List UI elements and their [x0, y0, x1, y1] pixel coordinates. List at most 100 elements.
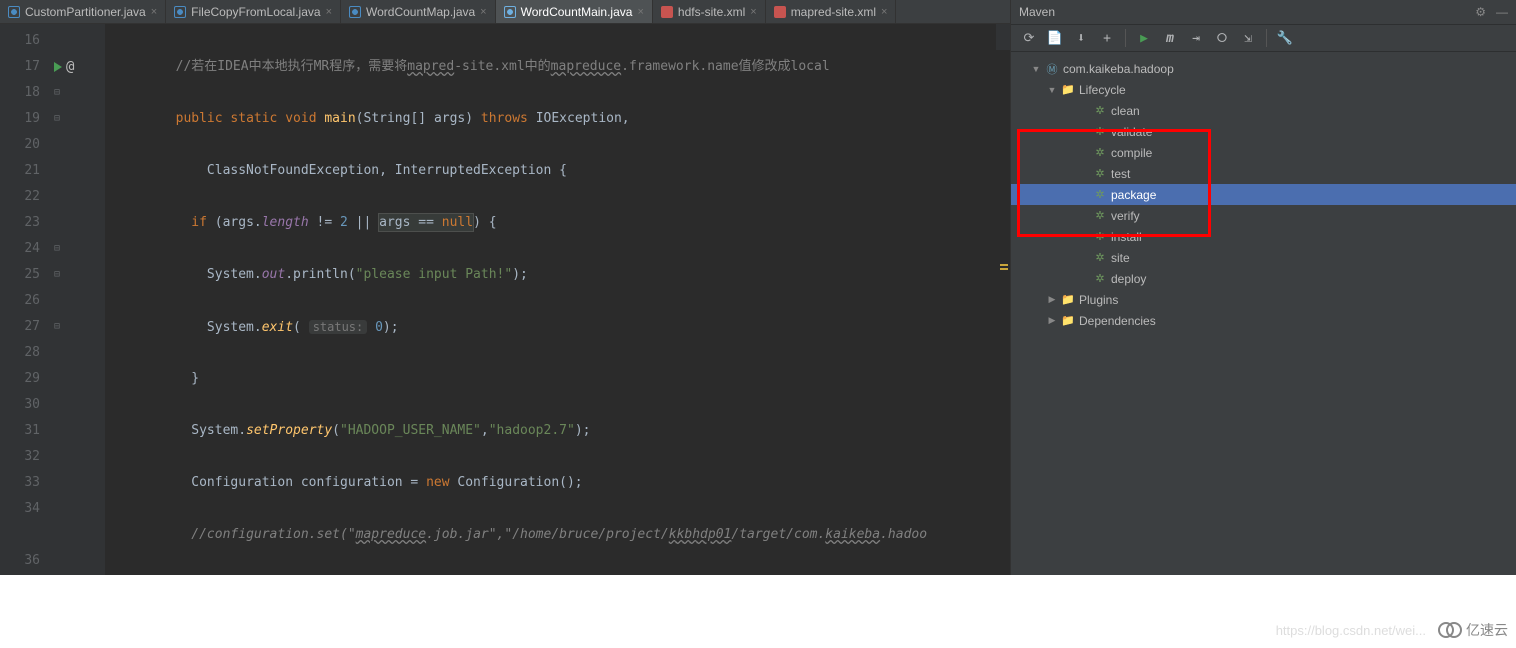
- java-file-icon: [8, 6, 20, 18]
- close-icon[interactable]: ×: [881, 6, 887, 18]
- maven-tree-item-com-kaikeba-hadoop[interactable]: ▼Ⓜcom.kaikeba.hadoop: [1011, 58, 1516, 79]
- close-icon[interactable]: ×: [151, 6, 157, 18]
- tree-item-label: clean: [1111, 104, 1140, 118]
- line-number: 26: [0, 288, 40, 314]
- gutter-icon-row: @: [50, 54, 105, 80]
- editor-tab[interactable]: mapred-site.xml ×: [766, 0, 897, 23]
- folder-icon: 📁: [1061, 293, 1075, 307]
- tree-item-label: package: [1111, 188, 1156, 202]
- tree-arrow-icon: ▼: [1047, 85, 1057, 95]
- line-number: 22: [0, 184, 40, 210]
- download-icon[interactable]: ⬇: [1073, 30, 1089, 46]
- maven-tree-item-dependencies[interactable]: ▶📁Dependencies: [1011, 310, 1516, 331]
- fold-icon[interactable]: ⊟: [54, 262, 60, 288]
- run-gutter-icon[interactable]: [54, 62, 62, 72]
- maven-tree-item-validate[interactable]: ✲ validate: [1011, 121, 1516, 142]
- watermark-text: https://blog.csdn.net/wei...: [1276, 623, 1426, 638]
- tree-item-label: Plugins: [1079, 293, 1118, 307]
- maven-panel: Maven ⚙ — ⟳📄⬇+▶m⇥⭘⇲🔧 ▼Ⓜcom.kaikeba.hadoo…: [1010, 0, 1516, 575]
- tree-item-label: verify: [1111, 209, 1140, 223]
- gutter-icon-row: [50, 522, 105, 548]
- logo-icon: [1438, 622, 1462, 638]
- fold-icon[interactable]: ⊟: [54, 236, 60, 262]
- run-icon[interactable]: ▶: [1136, 30, 1152, 46]
- gutter-icon-row: ⊟: [50, 314, 105, 340]
- line-number: 23: [0, 210, 40, 236]
- maven-toolbar: ⟳ 📄 ⬇ + ▶ m ⇥ ⭘ ⇲ 🔧: [1011, 24, 1516, 52]
- maven-tree-item-deploy[interactable]: ✲deploy: [1011, 268, 1516, 289]
- toolbar-separator: [1125, 29, 1126, 47]
- close-icon[interactable]: ×: [480, 6, 486, 18]
- close-icon[interactable]: ×: [750, 6, 756, 18]
- line-number: 24: [0, 236, 40, 262]
- toolbar-separator: [1266, 29, 1267, 47]
- tab-label: FileCopyFromLocal.java: [191, 5, 320, 19]
- gutter-icon-row: ⊟: [50, 106, 105, 132]
- maven-tree-item-verify[interactable]: ✲ verify: [1011, 205, 1516, 226]
- gutter-icon-row: [50, 288, 105, 314]
- offline-icon[interactable]: ⭘: [1214, 30, 1230, 46]
- maven-tree-item-package[interactable]: ✲package: [1011, 184, 1516, 205]
- gutter-icon-row: [50, 470, 105, 496]
- gutter-icon-row: [50, 132, 105, 158]
- line-number: 27: [0, 314, 40, 340]
- maven-tree-item-site[interactable]: ✲site: [1011, 247, 1516, 268]
- gutter-icon-row: [50, 158, 105, 184]
- collapse-icon[interactable]: ⇲: [1240, 30, 1256, 46]
- gear-icon: ✲: [1093, 251, 1107, 265]
- maven-tree-item-install[interactable]: ✲install: [1011, 226, 1516, 247]
- line-number: [0, 522, 40, 548]
- m-icon[interactable]: m: [1162, 30, 1178, 46]
- tree-item-label: deploy: [1111, 272, 1146, 286]
- fold-icon[interactable]: ⊟: [54, 106, 60, 132]
- tab-label: WordCountMap.java: [366, 5, 475, 19]
- gear-icon: ✲: [1093, 125, 1107, 139]
- xml-file-icon: [774, 6, 786, 18]
- minimize-icon[interactable]: —: [1496, 5, 1508, 19]
- editor-tab[interactable]: hdfs-site.xml ×: [653, 0, 766, 23]
- fold-icon[interactable]: ⊟: [54, 314, 60, 340]
- tree-item-label: compile: [1111, 146, 1152, 160]
- line-number: 33: [0, 470, 40, 496]
- line-number-gutter: 1617181920212223242526272829303132333436: [0, 24, 50, 575]
- line-number: 21: [0, 158, 40, 184]
- close-icon[interactable]: ×: [326, 6, 332, 18]
- skip-icon[interactable]: ⇥: [1188, 30, 1204, 46]
- editor-tab[interactable]: FileCopyFromLocal.java ×: [166, 0, 341, 23]
- tree-item-label: com.kaikeba.hadoop: [1063, 62, 1174, 76]
- settings-icon[interactable]: 🔧: [1277, 30, 1293, 46]
- gear-icon: ✲: [1093, 209, 1107, 223]
- fold-icon[interactable]: ⊟: [54, 80, 60, 106]
- tree-item-label: Lifecycle: [1079, 83, 1126, 97]
- tab-label: mapred-site.xml: [791, 5, 876, 19]
- close-icon[interactable]: ×: [637, 6, 643, 18]
- editor-tab[interactable]: WordCountMap.java ×: [341, 0, 496, 23]
- maven-tree-item-plugins[interactable]: ▶📁Plugins: [1011, 289, 1516, 310]
- tree-item-label: test: [1111, 167, 1130, 181]
- tree-arrow-icon: ▶: [1047, 315, 1057, 326]
- maven-tree-item-compile[interactable]: ✲compile: [1011, 142, 1516, 163]
- editor-right-margin: [996, 24, 1010, 50]
- line-number: 31: [0, 418, 40, 444]
- maven-tree-item-test[interactable]: ✲test: [1011, 163, 1516, 184]
- folder-icon: 📁: [1061, 83, 1075, 97]
- editor-tab[interactable]: WordCountMain.java×: [496, 0, 653, 23]
- refresh-icon[interactable]: ⟳: [1021, 30, 1037, 46]
- tree-item-label: validate: [1111, 125, 1152, 139]
- code-area[interactable]: //若在IDEA中本地执行MR程序，需要将mapred-site.xml中的ma…: [105, 24, 1010, 575]
- gear-icon[interactable]: ⚙: [1475, 5, 1486, 19]
- maven-tree-item-lifecycle[interactable]: ▼ 📁 Lifecycle: [1011, 79, 1516, 100]
- maven-tree-item-clean[interactable]: ✲ clean: [1011, 100, 1516, 121]
- xml-file-icon: [661, 6, 673, 18]
- gutter-icon-row: [50, 366, 105, 392]
- line-number: 20: [0, 132, 40, 158]
- tree-item-label: install: [1111, 230, 1142, 244]
- add-icon[interactable]: +: [1099, 30, 1115, 46]
- gutter-icon-row: ⊟: [50, 262, 105, 288]
- line-number: 36: [0, 548, 40, 574]
- gutter-icon-row: [50, 418, 105, 444]
- editor-tab[interactable]: CustomPartitioner.java×: [0, 0, 166, 23]
- gear-icon: ✲: [1093, 104, 1107, 118]
- generate-icon[interactable]: 📄: [1047, 30, 1063, 46]
- tab-label: hdfs-site.xml: [678, 5, 745, 19]
